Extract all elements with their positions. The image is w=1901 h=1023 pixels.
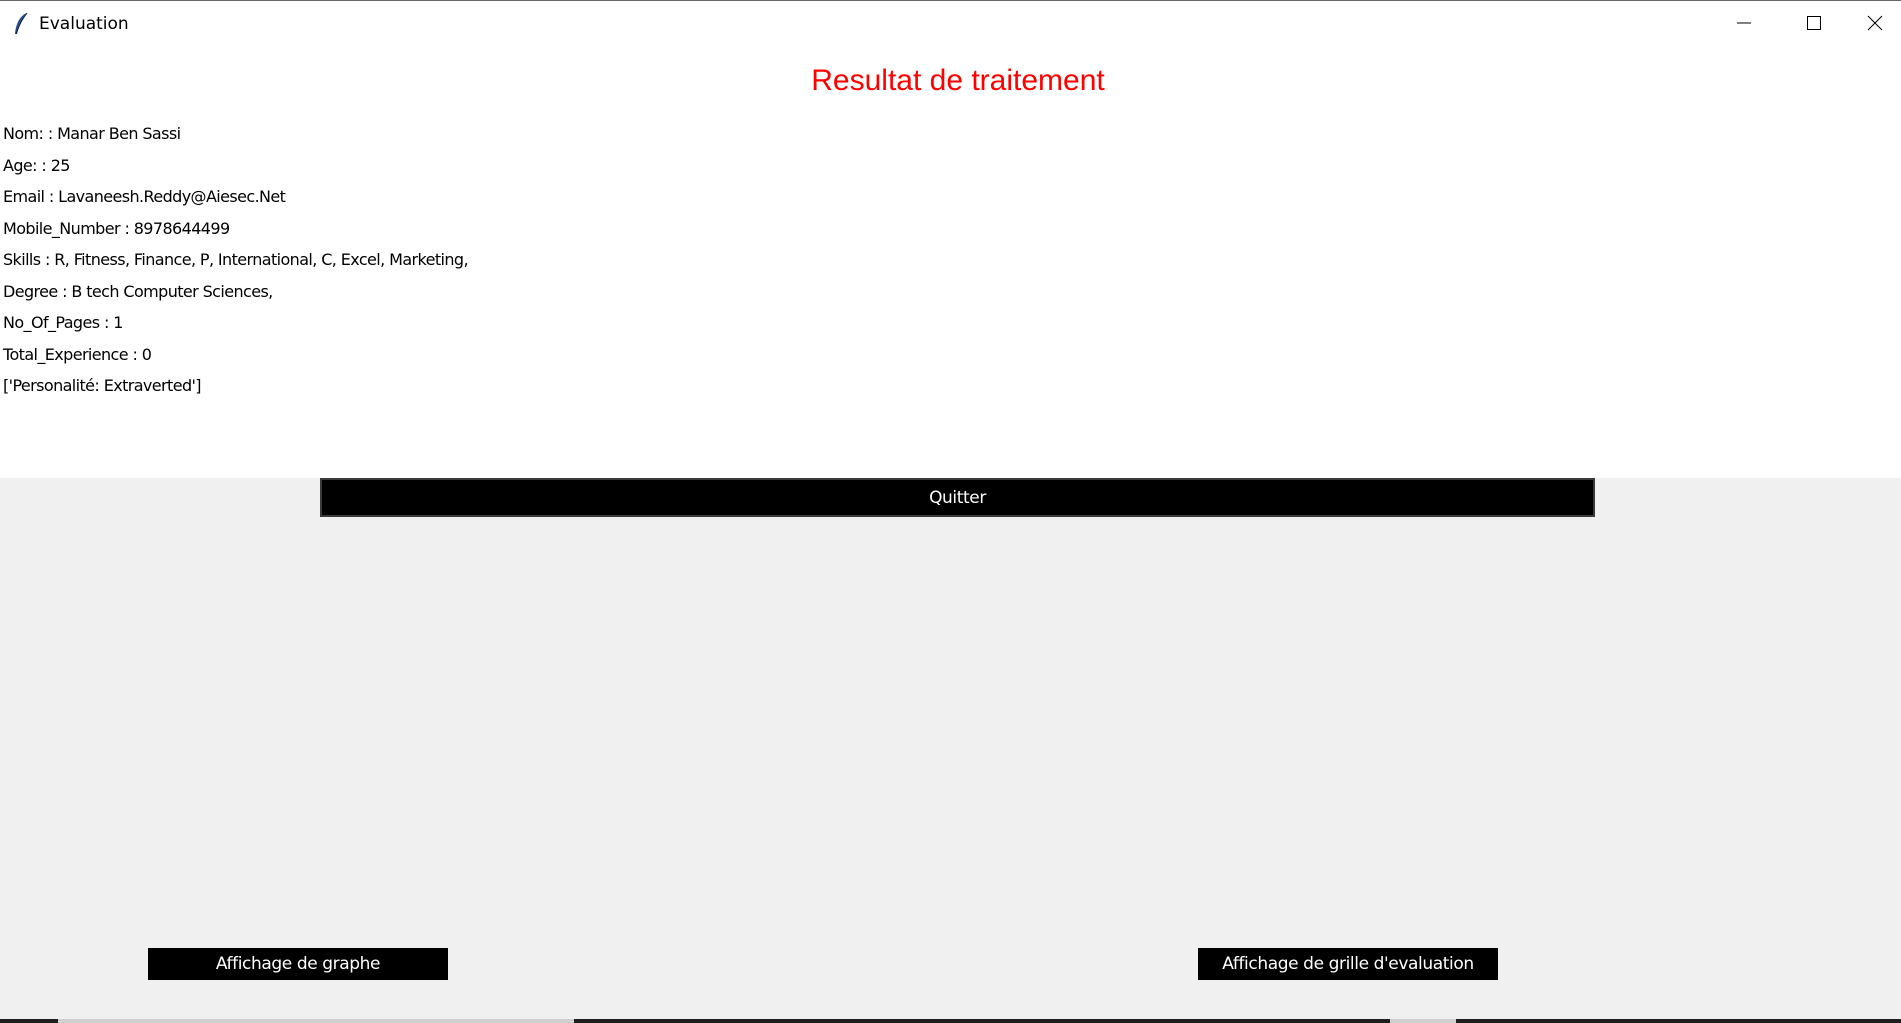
quit-button[interactable]: Quitter [320,478,1595,517]
maximize-icon [1806,15,1822,35]
mobile-number-label: Mobile_Number : 8978644499 [3,219,230,238]
result-panel: Resultat de traitement Nom: : Manar Ben … [0,48,1901,478]
age-label: Age: : 25 [3,156,70,175]
personality-label: ['Personalité: Extraverted'] [3,376,202,395]
window-title: Evaluation [39,14,129,34]
taskbar-edge-gap [58,1019,574,1023]
show-evaluation-grid-button[interactable]: Affichage de grille d'evaluation [1198,948,1498,980]
close-button[interactable] [1849,2,1901,48]
close-icon [1867,15,1883,35]
title-bar[interactable]: Evaluation [0,1,1901,48]
maximize-button[interactable] [1779,2,1849,48]
email-label: Email : Lavaneesh.Reddy@Aiesec.Net [3,187,286,206]
minimize-button[interactable] [1709,2,1779,48]
show-graph-button[interactable]: Affichage de graphe [148,948,448,980]
experience-label: Total_Experience : 0 [3,345,152,364]
name-label: Nom: : Manar Ben Sassi [3,124,181,143]
skills-label: Skills : R, Fitness, Finance, P, Interna… [3,250,469,269]
pages-label: No_Of_Pages : 1 [3,313,123,332]
minimize-icon [1736,15,1752,35]
feather-icon [13,12,29,36]
taskbar-edge-gap [1390,1019,1456,1023]
degree-label: Degree : B tech Computer Sciences, [3,282,273,301]
result-heading: Resultat de traitement [811,64,1105,97]
